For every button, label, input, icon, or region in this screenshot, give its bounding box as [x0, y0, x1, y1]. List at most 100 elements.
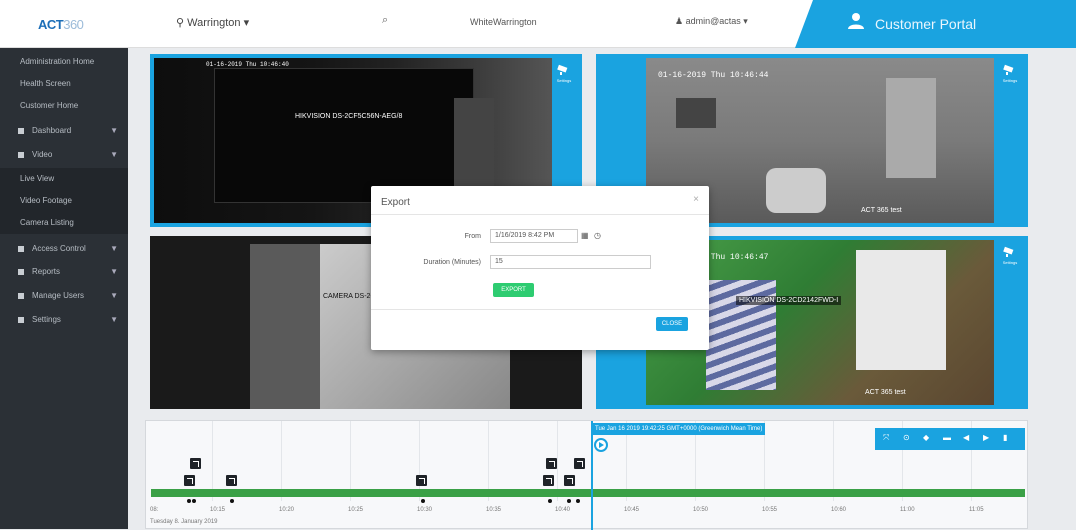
sidebar-item-customer-home[interactable]: Customer Home: [0, 95, 128, 117]
event-marker-icon[interactable]: [416, 475, 427, 486]
event-dot[interactable]: [187, 499, 191, 503]
sidebar-item-reports[interactable]: Reports ▼: [0, 261, 128, 283]
event-marker-icon[interactable]: [184, 475, 195, 486]
sidebar-item-administration-home[interactable]: Administration Home: [0, 51, 128, 73]
video-scene: [250, 244, 320, 409]
video-scene: [766, 168, 826, 213]
close-button[interactable]: CLOSE: [656, 317, 688, 331]
from-datetime-field[interactable]: 1/16/2019 8:42 PM: [490, 229, 578, 243]
export-dialog: Export × From 1/16/2019 8:42 PM ▦ ◷ Dura…: [371, 186, 709, 350]
marker-icon[interactable]: ◆: [923, 433, 929, 442]
chevron-down-icon: ▼: [110, 291, 118, 300]
recording-bar[interactable]: [151, 489, 1025, 497]
timeline-tick-label: 11:05: [969, 507, 984, 513]
chevron-down-icon: ▼: [110, 150, 118, 159]
app-logo[interactable]: ACT360: [38, 17, 84, 32]
timeline[interactable]: 08: 10:15 10:20 10:25 10:30 10:35 10:40 …: [145, 420, 1028, 530]
cctv-camera-icon[interactable]: Settings: [552, 64, 576, 88]
close-icon[interactable]: ×: [693, 194, 699, 205]
event-marker-icon[interactable]: [546, 458, 557, 469]
cctv-camera-icon[interactable]: Settings: [998, 246, 1022, 270]
clock-icon[interactable]: ◷: [594, 231, 601, 240]
event-dot[interactable]: [548, 499, 552, 503]
timeline-tick-label: 10:45: [624, 507, 640, 513]
timeline-tick-label: 10:50: [693, 507, 709, 513]
prev-icon[interactable]: ◀: [963, 433, 969, 442]
video-scene: [856, 250, 946, 370]
location-label: Warrington: [187, 17, 241, 29]
sidebar-item-health-screen[interactable]: Health Screen: [0, 73, 128, 95]
sidebar: Administration Home Health Screen Custom…: [0, 48, 128, 529]
target-icon[interactable]: ⊙: [903, 433, 910, 442]
chevron-down-icon: ▾: [243, 17, 250, 29]
sidebar-item-video-footage[interactable]: Video Footage: [0, 190, 128, 212]
user-icon: ♟: [675, 16, 684, 26]
chevron-down-icon: ▼: [110, 126, 118, 135]
event-dot[interactable]: [230, 499, 234, 503]
event-marker-icon[interactable]: [564, 475, 575, 486]
timeline-tick-label: 10:30: [417, 507, 433, 513]
sidebar-item-settings[interactable]: Settings ▼: [0, 309, 128, 331]
event-marker-icon[interactable]: [226, 475, 237, 486]
user-menu[interactable]: ♟ admin@actas ▾: [675, 16, 748, 27]
sidebar-item-label: Live View: [20, 174, 55, 183]
video-scene: [886, 78, 936, 178]
sidebar-item-label: Video Footage: [20, 196, 72, 205]
timeline-tick-label: 10:20: [279, 507, 295, 513]
video-timestamp: 01-16-2019 Thu 10:46:44: [658, 71, 769, 80]
divider: [371, 214, 709, 215]
fullscreen-icon[interactable]: ⤧: [883, 433, 889, 443]
sidebar-item-label: Administration Home: [20, 57, 95, 66]
playhead-cursor[interactable]: [591, 421, 593, 530]
sidebar-item-access-control[interactable]: Access Control ▼: [0, 238, 128, 260]
event-dot[interactable]: [421, 499, 425, 503]
event-marker-icon[interactable]: [190, 458, 201, 469]
camera-settings-label: Settings: [1002, 78, 1018, 83]
location-pin-icon: ⚲: [176, 17, 185, 29]
video-scene: [214, 68, 474, 203]
timeline-tick-label: 10:25: [348, 507, 364, 513]
gear-icon: [18, 317, 24, 323]
play-icon[interactable]: [594, 438, 608, 452]
camera-name-overlay: ACT 365 test: [861, 207, 902, 214]
reports-icon: [18, 269, 24, 275]
video-icon: [18, 152, 24, 158]
timeline-tick-label: 10:60: [831, 507, 847, 513]
event-dot[interactable]: [576, 499, 580, 503]
sidebar-item-video[interactable]: Video ▼: [0, 144, 128, 166]
next-icon[interactable]: ▶: [983, 433, 989, 442]
event-dot[interactable]: [567, 499, 571, 503]
sidebar-item-manage-users[interactable]: Manage Users ▼: [0, 285, 128, 307]
location-selector[interactable]: ⚲ Warrington ▾: [176, 16, 249, 29]
chevron-down-icon: ▼: [110, 244, 118, 253]
timeline-tick-label: 10:55: [762, 507, 778, 513]
export-button[interactable]: EXPORT: [493, 283, 534, 297]
duration-field[interactable]: 15: [490, 255, 651, 269]
timeline-tick-label: 10:15: [210, 507, 226, 513]
sidebar-item-label: Video: [32, 150, 53, 159]
event-dot[interactable]: [192, 499, 196, 503]
sidebar-item-dashboard[interactable]: Dashboard ▼: [0, 120, 128, 142]
timeline-tick-label: 11:00: [900, 507, 915, 513]
sidebar-item-camera-listing[interactable]: Camera Listing: [0, 212, 128, 234]
stop-icon[interactable]: ▮: [1003, 433, 1007, 442]
chevron-down-icon: ▾: [743, 16, 748, 26]
chevron-down-icon: ▼: [110, 315, 118, 324]
timeline-date-label: Tuesday 8. January 2019: [150, 519, 218, 525]
search-icon[interactable]: ⌕: [382, 14, 388, 27]
timeline-tick-label: 10:40: [555, 507, 571, 513]
customer-portal-button[interactable]: Customer Portal: [795, 0, 1076, 48]
event-marker-icon[interactable]: [574, 458, 585, 469]
user-label: admin@actas: [685, 16, 741, 26]
sidebar-item-live-view[interactable]: Live View: [0, 168, 128, 190]
sidebar-item-label: Reports: [32, 267, 61, 276]
event-marker-icon[interactable]: [543, 475, 554, 486]
sidebar-item-label: Manage Users: [32, 291, 85, 300]
cctv-camera-icon[interactable]: Settings: [998, 64, 1022, 88]
dashboard-icon: [18, 128, 24, 134]
divider: [371, 309, 709, 310]
zoom-out-icon[interactable]: ▬: [943, 433, 951, 442]
sidebar-item-label: Health Screen: [20, 79, 71, 88]
calendar-icon[interactable]: ▦: [581, 231, 589, 240]
wrench-icon: [18, 293, 24, 299]
